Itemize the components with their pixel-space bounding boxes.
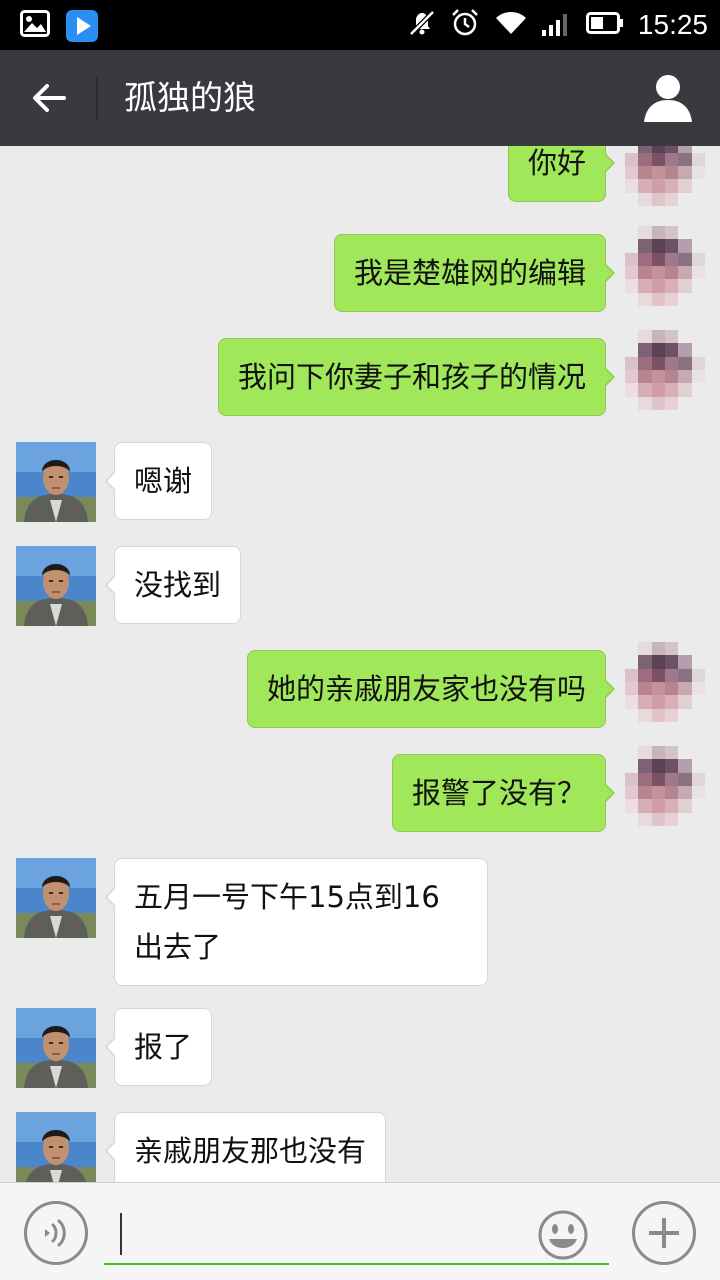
chat-info-button[interactable] bbox=[642, 72, 694, 124]
message-list[interactable]: 你好 我是楚雄网的编辑 我问下你妻子和孩子的情况 嗯谢 没找到 她的亲戚朋友家也… bbox=[0, 146, 720, 1182]
header-divider bbox=[96, 76, 98, 120]
contact-avatar[interactable] bbox=[16, 442, 96, 522]
contact-avatar[interactable] bbox=[16, 546, 96, 626]
back-arrow-icon bbox=[33, 84, 66, 112]
status-bar: 15:25 bbox=[0, 0, 720, 50]
text-cursor bbox=[120, 1213, 122, 1255]
voice-icon bbox=[45, 1219, 66, 1247]
my-avatar[interactable] bbox=[625, 226, 705, 306]
message-bubble[interactable]: 没找到 bbox=[104, 546, 242, 624]
message-bubble[interactable]: 我是楚雄网的编辑 bbox=[333, 234, 616, 312]
signal-icon bbox=[541, 10, 572, 40]
emoji-icon bbox=[538, 1210, 588, 1260]
back-button[interactable] bbox=[22, 74, 76, 122]
message-bubble[interactable]: 她的亲戚朋友家也没有吗 bbox=[246, 650, 616, 728]
gallery-notification-icon bbox=[20, 10, 50, 46]
message-bubble[interactable]: 五月一号下午15点到16出去了 bbox=[105, 858, 488, 986]
chat-title: 孤独的狼 bbox=[124, 78, 256, 117]
message-bubble[interactable]: 我问下你妻子和孩子的情况 bbox=[217, 338, 616, 416]
chat-header: 孤独的狼 bbox=[0, 50, 720, 146]
emoji-button[interactable] bbox=[537, 1209, 589, 1261]
wifi-icon bbox=[494, 10, 528, 40]
contact-avatar[interactable] bbox=[16, 1112, 96, 1182]
more-button[interactable] bbox=[632, 1201, 696, 1265]
message-bubble[interactable]: 你好 bbox=[507, 146, 616, 202]
battery-icon bbox=[585, 12, 624, 38]
message-bubble[interactable]: 报了 bbox=[104, 1008, 213, 1086]
video-player-notification-icon bbox=[66, 10, 98, 46]
message-bubble[interactable]: 亲戚朋友那也没有 bbox=[104, 1112, 387, 1182]
input-bar bbox=[0, 1182, 720, 1280]
my-avatar[interactable] bbox=[625, 146, 705, 206]
my-avatar[interactable] bbox=[625, 330, 705, 410]
my-avatar[interactable] bbox=[625, 642, 705, 722]
message-input[interactable] bbox=[104, 1201, 609, 1265]
contact-avatar[interactable] bbox=[16, 858, 96, 938]
contact-avatar[interactable] bbox=[16, 1008, 96, 1088]
message-bubble[interactable]: 嗯谢 bbox=[104, 442, 213, 520]
person-icon bbox=[644, 75, 692, 122]
status-time: 15:25 bbox=[637, 9, 708, 40]
my-avatar[interactable] bbox=[625, 746, 705, 826]
voice-button[interactable] bbox=[24, 1201, 88, 1265]
message-bubble[interactable]: 报警了没有？ bbox=[391, 754, 616, 832]
alarm-icon bbox=[450, 8, 480, 42]
mute-icon bbox=[408, 9, 436, 41]
